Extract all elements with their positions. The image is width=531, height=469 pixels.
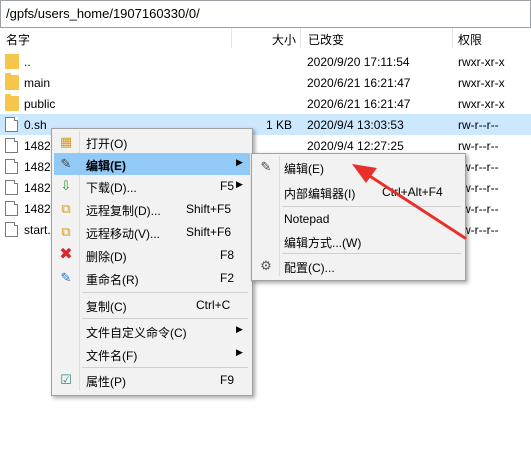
annotation-arrow: [352, 164, 467, 240]
arrow-shaft: [360, 169, 467, 240]
arrow-head: [352, 164, 377, 183]
